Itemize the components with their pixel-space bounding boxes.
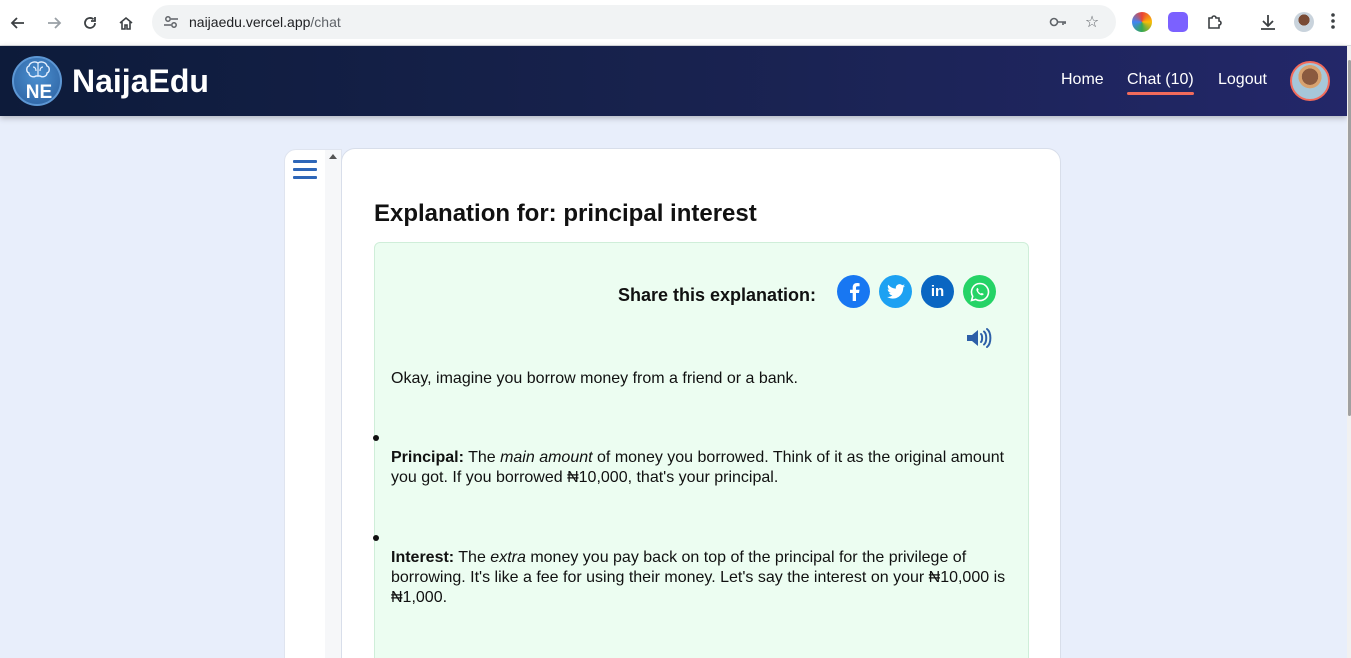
browser-profile-avatar[interactable]	[1294, 12, 1314, 32]
facebook-icon[interactable]	[837, 275, 870, 308]
term-label: Principal:	[391, 449, 464, 466]
color-extension-icon[interactable]	[1132, 12, 1152, 32]
reload-icon[interactable]	[78, 11, 102, 35]
chat-sidebar	[284, 149, 342, 658]
more-menu-icon[interactable]	[1330, 12, 1338, 32]
app-header: NE NaijaEdu Home Chat (10) Logout	[0, 46, 1347, 116]
explanation-box: Share this explanation: in Okay, imagine…	[373, 242, 1029, 658]
list-item-interest: Interest: The extra money you pay back o…	[391, 548, 1016, 608]
nav-chat[interactable]: Chat (10)	[1127, 71, 1194, 95]
sidebar-scrollbar[interactable]	[325, 150, 341, 658]
item-emphasis: extra	[490, 549, 526, 566]
whatsapp-icon[interactable]	[963, 275, 996, 308]
nav-home[interactable]: Home	[1061, 71, 1104, 89]
user-avatar[interactable]	[1290, 61, 1330, 101]
item-text: The	[458, 549, 491, 566]
list-bullet	[373, 535, 379, 541]
list-bullet	[373, 435, 379, 441]
menu-hamburger-icon[interactable]	[293, 160, 317, 184]
intro-text: Okay, imagine you borrow money from a fr…	[391, 370, 798, 387]
explanation-card: Explanation for: principal interest Shar…	[341, 148, 1061, 658]
browser-toolbar: naijaedu.vercel.app/chat ☆	[0, 0, 1351, 46]
address-bar[interactable]: naijaedu.vercel.app/chat ☆	[152, 5, 1116, 39]
scroll-up-arrow-icon[interactable]	[329, 154, 337, 159]
password-key-icon[interactable]	[1049, 13, 1067, 31]
term-label: Interest:	[391, 549, 455, 566]
share-label: Share this explanation:	[618, 285, 817, 305]
linkedin-icon[interactable]: in	[921, 275, 954, 308]
explanation-title: Explanation for: principal interest	[374, 200, 757, 227]
url-text: naijaedu.vercel.app/chat	[189, 14, 341, 30]
item-text: The	[468, 449, 501, 466]
back-icon[interactable]	[6, 11, 30, 35]
list-item-principal: Principal: The main amount of money you …	[391, 448, 1016, 488]
download-icon[interactable]	[1258, 12, 1278, 32]
bookmark-star-icon[interactable]: ☆	[1083, 13, 1101, 31]
item-emphasis: main amount	[500, 449, 593, 466]
logo-initials: NE	[25, 82, 53, 103]
brand-name[interactable]: NaijaEdu	[72, 63, 209, 100]
brand-logo[interactable]: NE	[12, 56, 62, 106]
twitter-icon[interactable]	[879, 275, 912, 308]
extensions-puzzle-icon[interactable]	[1205, 12, 1225, 32]
speaker-volume-icon[interactable]	[965, 327, 993, 349]
brain-icon	[26, 61, 50, 78]
site-settings-icon[interactable]	[162, 13, 180, 31]
extension-icon[interactable]	[1168, 12, 1188, 32]
home-icon[interactable]	[114, 11, 138, 35]
forward-icon[interactable]	[42, 11, 66, 35]
nav-logout[interactable]: Logout	[1218, 71, 1267, 89]
